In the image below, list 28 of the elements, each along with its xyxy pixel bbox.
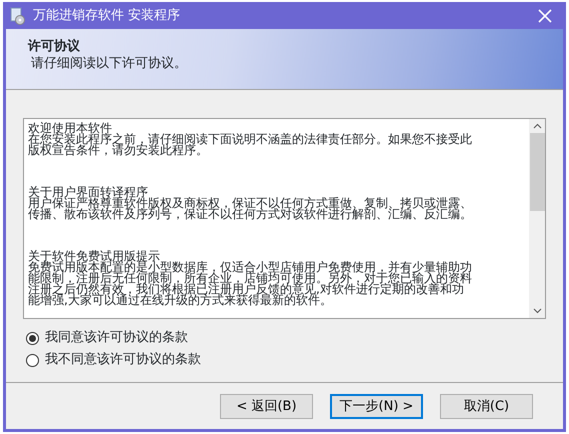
license-text-box[interactable] (23, 118, 546, 319)
scrollbar-thumb[interactable] (530, 133, 544, 211)
back-button[interactable]: < 返回(B) (220, 394, 313, 419)
license-line: 关于用户界面转译程序 (28, 187, 148, 198)
installer-icon (9, 6, 27, 24)
radio-label[interactable]: 我不同意该许可协议的条款 (45, 350, 201, 370)
radio-button[interactable] (26, 354, 39, 366)
scrollbar[interactable] (529, 119, 545, 318)
license-line: 免费试用版本配置的是小型数据库，仅适合小型店铺用户免费使用，并有少量辅助功 (28, 262, 473, 273)
radio-button[interactable] (26, 332, 39, 344)
license-line: 关于软件免费试用版提示 (28, 251, 160, 262)
license-line: 在您安装此程序之前，请仔细阅读下面说明不涵盖的法律责任部分。如果您不接受此 (28, 134, 473, 145)
scroll-up-icon[interactable] (532, 123, 542, 129)
radio-label[interactable]: 我同意该许可协议的条款 (45, 328, 188, 348)
license-line: 版权宣告条件，请勿安装此程序。 (28, 145, 208, 156)
license-line: 能限制，注册后无任何限制，所有企业，店铺均可使用。另外，对于您已输入的资料 (28, 273, 473, 284)
page-heading: 许可协议 (28, 39, 81, 55)
next-button[interactable]: 下一步(N) > (330, 394, 423, 419)
page-subtitle: 请仔细阅读以下许可协议。 (31, 55, 188, 73)
license-line: 能增强,大家可以通过在线升级的方式来获得最新的软件。 (28, 295, 332, 306)
license-line: 传播、散布该软件及序列号，保证不以任何方式对该软件进行解剖、汇编、反汇编。 (28, 209, 473, 220)
cancel-button[interactable]: 取消(C) (440, 394, 533, 419)
scroll-down-icon[interactable] (532, 308, 542, 314)
close-icon[interactable] (538, 8, 552, 22)
license-line: 注册之后仍然有效，我们将根据已注册用户反馈的意见,对软件进行定期的改善和功 (28, 284, 464, 295)
license-line: 用户保证严格尊重软件版权及商标权，保证不以任何方式重做、复制、拷贝或泄露、 (28, 198, 473, 209)
window-title: 万能进销存软件 安装程序 (33, 6, 180, 25)
license-line: 欢迎使用本软件 (28, 123, 112, 134)
